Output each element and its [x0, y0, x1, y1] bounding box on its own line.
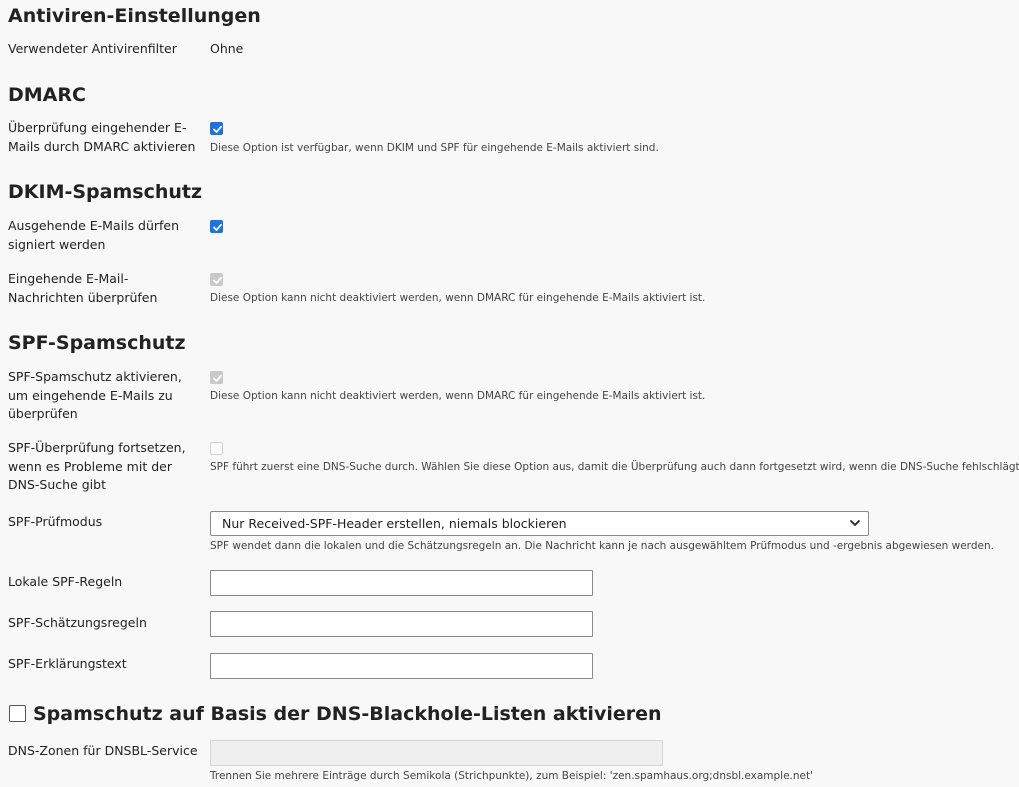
check-icon — [213, 374, 222, 382]
spf-mode-select[interactable]: Nur Received-SPF-Header erstellen, niema… — [210, 511, 869, 536]
dnsbl-zones-hint: Trennen Sie mehrere Einträge durch Semik… — [210, 770, 814, 782]
spf-continue-label: SPF-Überprüfung fortsetzen, wenn es Prob… — [8, 440, 186, 492]
dmarc-enable-label: Überprüfung eingehender E-Mails durch DM… — [8, 120, 196, 154]
spf-guess-rules-label: SPF-Schätzungsregeln — [8, 615, 147, 630]
spf-heading: SPF-Spamschutz — [8, 332, 186, 354]
dmarc-enable-hint: Diese Option ist verfügbar, wenn DKIM un… — [210, 142, 659, 154]
spf-continue-hint: SPF führt zuerst eine DNS-Suche durch. W… — [210, 461, 1019, 473]
dmarc-heading: DMARC — [8, 84, 86, 106]
spf-local-rules-input[interactable] — [210, 570, 593, 596]
dnsbl-heading: Spamschutz auf Basis der DNS-Blackhole-L… — [33, 703, 662, 725]
dmarc-enable-checkbox[interactable] — [210, 122, 223, 135]
dkim-verify-hint: Diese Option kann nicht deaktiviert werd… — [210, 292, 706, 304]
spf-enable-checkbox[interactable] — [210, 371, 223, 384]
spf-mode-label: SPF-Prüfmodus — [8, 514, 103, 529]
spf-explanation-input[interactable] — [210, 653, 593, 679]
dnsbl-zones-input[interactable] — [210, 740, 663, 766]
dkim-heading: DKIM-Spamschutz — [8, 181, 203, 203]
spf-local-rules-label: Lokale SPF-Regeln — [8, 574, 123, 589]
antivirus-filter-value: Ohne — [210, 41, 244, 56]
spf-explanation-label: SPF-Erklärungstext — [8, 656, 127, 671]
spf-enable-hint: Diese Option kann nicht deaktiviert werd… — [210, 390, 706, 402]
dkim-sign-label: Ausgehende E-Mails dürfen signiert werde… — [8, 218, 180, 252]
spf-continue-checkbox[interactable] — [210, 442, 223, 455]
chevron-down-icon — [850, 520, 860, 526]
spf-mode-selected-value: Nur Received-SPF-Header erstellen, niema… — [222, 516, 567, 531]
dnsbl-zones-label: DNS-Zonen für DNSBL-Service — [8, 743, 198, 758]
check-icon — [213, 223, 222, 231]
dkim-verify-checkbox[interactable] — [210, 273, 223, 286]
spf-guess-rules-input[interactable] — [210, 611, 593, 637]
dkim-sign-checkbox[interactable] — [210, 220, 223, 233]
spf-mode-hint: SPF wendet dann die lokalen und die Schä… — [210, 540, 994, 552]
antivirus-filter-label: Verwendeter Antivirenfilter — [8, 41, 177, 56]
antivirus-heading: Antiviren-Einstellungen — [8, 5, 261, 27]
check-icon — [213, 125, 222, 133]
dkim-verify-label: Eingehende E-Mail-Nachrichten überprüfen — [8, 271, 158, 305]
check-icon — [213, 276, 222, 284]
dnsbl-enable-checkbox[interactable] — [9, 705, 26, 722]
spf-enable-label: SPF-Spamschutz aktivieren, um eingehende… — [8, 369, 182, 421]
